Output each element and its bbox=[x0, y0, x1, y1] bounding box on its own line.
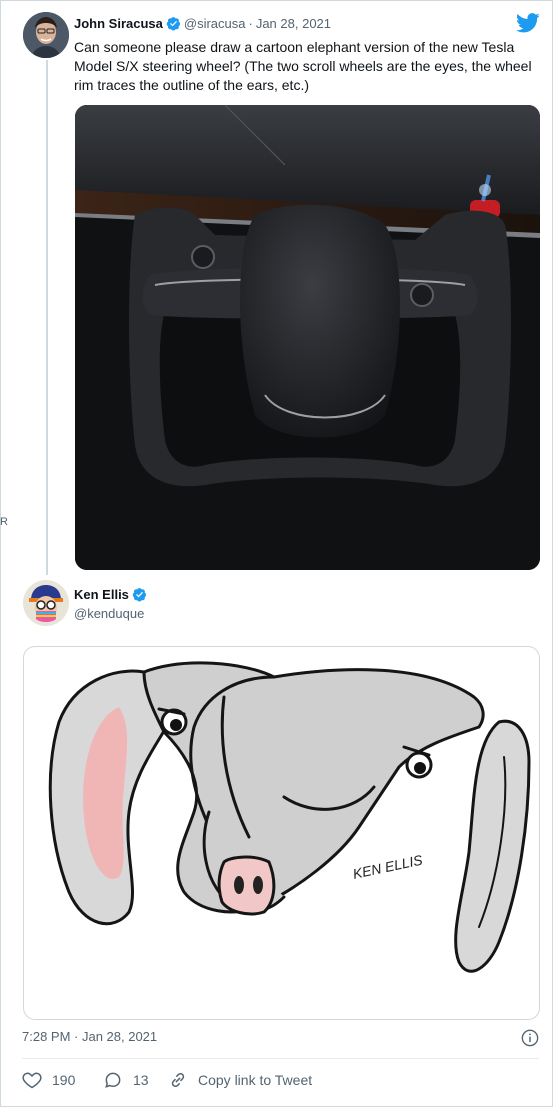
copy-link-button[interactable]: Copy link to Tweet bbox=[168, 1069, 312, 1091]
separator-dot: · bbox=[248, 16, 253, 31]
tweet-text: Can someone please draw a cartoon elepha… bbox=[74, 39, 532, 93]
link-icon bbox=[171, 1072, 185, 1088]
steering-wheel-image bbox=[75, 105, 540, 570]
tweet-timestamp[interactable]: 7:28 PM · Jan 28, 2021 bbox=[22, 1029, 157, 1044]
verified-badge-icon bbox=[132, 588, 146, 602]
like-button[interactable]: 190 bbox=[22, 1069, 75, 1091]
reply-handle-row: @kenduque bbox=[74, 606, 144, 621]
reply-button[interactable]: 13 bbox=[103, 1069, 149, 1091]
reply-bubble-icon bbox=[105, 1072, 121, 1088]
avatar-ken-ellis[interactable] bbox=[23, 580, 69, 626]
heart-icon bbox=[22, 1072, 42, 1089]
artist-signature: KEN ELLIS bbox=[351, 851, 424, 882]
thread-connector-line bbox=[46, 60, 48, 575]
reply-count: 13 bbox=[133, 1072, 149, 1088]
avatar-john-siracusa[interactable] bbox=[23, 12, 69, 58]
action-bar-divider bbox=[22, 1058, 539, 1059]
side-mark: R bbox=[0, 516, 8, 528]
elephant-wheel-cartoon: KEN ELLIS bbox=[48, 661, 531, 973]
author-name[interactable]: John Siracusa bbox=[74, 16, 163, 31]
tesla-wheel-photo[interactable] bbox=[75, 105, 540, 570]
author-handle[interactable]: @kenduque bbox=[74, 606, 144, 621]
tweet-date[interactable]: Jan 28, 2021 bbox=[256, 16, 331, 31]
like-count: 190 bbox=[52, 1072, 76, 1088]
quoted-tweet-header: John Siracusa @siracusa · Jan 28, 2021 bbox=[74, 16, 331, 31]
twitter-bird-icon[interactable] bbox=[516, 13, 540, 33]
author-name[interactable]: Ken Ellis bbox=[74, 587, 129, 602]
elephant-drawing[interactable]: KEN ELLIS bbox=[23, 646, 540, 1020]
avatar-portrait bbox=[23, 12, 69, 58]
copy-link-label: Copy link to Tweet bbox=[198, 1072, 313, 1088]
author-handle[interactable]: @siracusa bbox=[184, 16, 246, 31]
verified-badge-icon bbox=[166, 17, 180, 31]
avatar-cartoon bbox=[23, 580, 69, 626]
reply-tweet-header: Ken Ellis bbox=[74, 587, 147, 602]
info-icon[interactable] bbox=[521, 1029, 539, 1047]
